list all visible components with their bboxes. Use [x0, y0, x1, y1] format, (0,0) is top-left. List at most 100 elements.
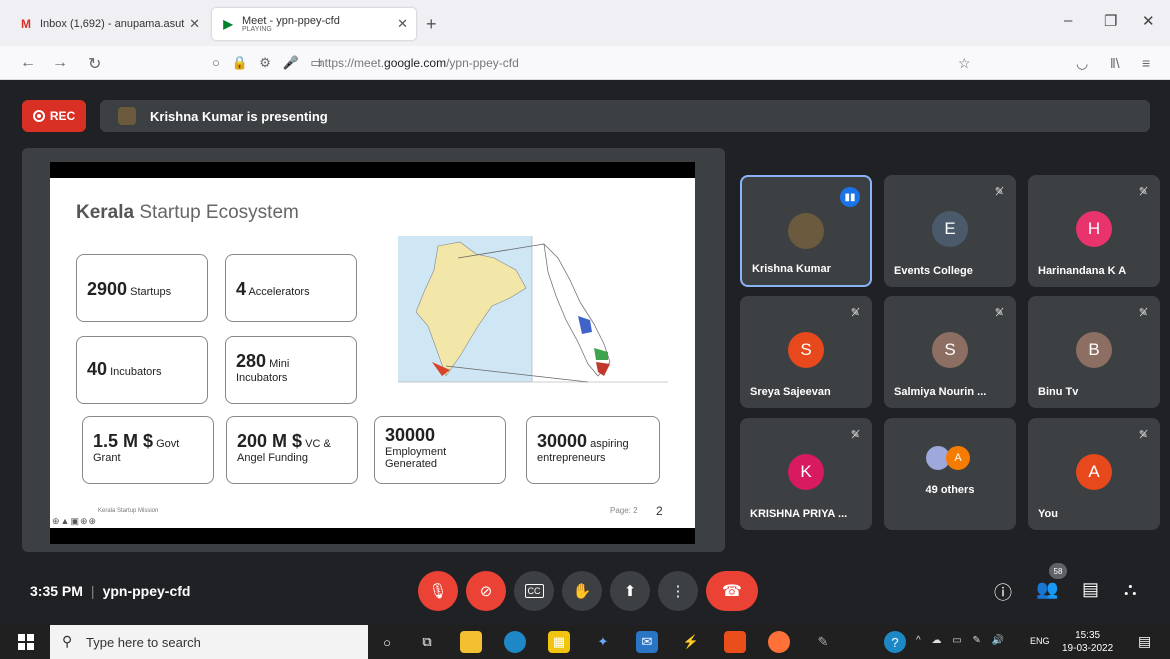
restore-icon[interactable]: ❐: [1104, 12, 1117, 30]
slide-title-rest: Startup Ecosystem: [134, 202, 299, 223]
participant-tile[interactable]: ✎̸ B Binu Tv: [1028, 296, 1160, 408]
control-bar: 3:35 PM | ypn-ppey-cfd 🎙 ⊘ CC ✋ ⬆ ⋮ ☎ ⓘ 58…: [0, 563, 1170, 621]
participant-tile-self[interactable]: ✎̸ A You: [1028, 418, 1160, 530]
task-view-icon[interactable]: ⧉: [416, 631, 438, 653]
chat-icon[interactable]: ▤: [1082, 579, 1099, 600]
menu-icon[interactable]: ≡: [1142, 55, 1150, 71]
rec-badge: REC: [22, 100, 86, 132]
dropbox-icon[interactable]: ✦: [592, 631, 614, 653]
system-tray[interactable]: ^ ☁ ▭ ✎ 🔊: [916, 635, 1008, 646]
taskbar-search-input[interactable]: ⚲ Type here to search: [50, 625, 368, 659]
slide-footer: Kerala Startup Mission: [98, 508, 159, 514]
stat-box: 40 Incubators: [76, 336, 208, 404]
windows-start-icon[interactable]: [18, 634, 34, 650]
firefox-icon[interactable]: [768, 631, 790, 653]
reload-icon[interactable]: ↻: [88, 54, 101, 74]
url-prefix: https://meet.: [318, 56, 385, 70]
store-icon[interactable]: ▦: [548, 631, 570, 653]
close-icon[interactable]: ✕: [189, 16, 200, 32]
avatar: B: [1076, 332, 1112, 368]
close-window-icon[interactable]: ✕: [1142, 12, 1155, 30]
participant-tile[interactable]: ✎̸ K KRISHNA PRIYA ...: [740, 418, 872, 530]
camera-toggle-button[interactable]: ⊘: [466, 571, 506, 611]
stat-label: Angel Funding: [237, 452, 308, 464]
close-icon[interactable]: ✕: [397, 16, 408, 32]
participant-name: Salmiya Nourin ...: [894, 386, 987, 398]
participant-tile[interactable]: ✎̸ H Harinandana K A: [1028, 175, 1160, 287]
language-indicator[interactable]: ENG: [1030, 636, 1050, 646]
avatar: K: [788, 454, 824, 490]
tab-meet[interactable]: ▶ Meet - ypn-ppey-cfd PLAYING ✕: [212, 8, 416, 40]
slide: Kerala Startup Ecosystem 2900 Startups 4…: [50, 162, 695, 544]
divider: |: [90, 583, 95, 599]
clock-time: 15:35: [1075, 630, 1101, 641]
stat-box: 200 M $ VC & Angel Funding: [226, 416, 358, 484]
url-domain: google.com: [384, 56, 447, 70]
avatar: [788, 213, 824, 249]
slide-title: Kerala Startup Ecosystem: [76, 202, 299, 224]
more-options-button[interactable]: ⋮: [658, 571, 698, 611]
url-field[interactable]: https://meet.google.com/ypn-ppey-cfd: [318, 56, 519, 70]
people-icon[interactable]: 👥: [1036, 579, 1058, 600]
tab-inbox[interactable]: M Inbox (1,692) - anupama.asuthosh ✕: [10, 8, 208, 40]
stat-label: Mini: [266, 358, 290, 370]
bookmark-star-icon[interactable]: ☆: [958, 55, 971, 72]
windows-taskbar: ⚲ Type here to search ○ ⧉ ▦ ✦ ✉ ⚡ ✎ ? ^ …: [0, 625, 1170, 659]
address-bar: ← → ↻ ○ 🔒 ⚙ 🎤 ▭ https://meet.google.com/…: [0, 46, 1170, 80]
slide-page-number: 2: [656, 504, 663, 518]
participant-tile[interactable]: ✎̸ S Salmiya Nourin ...: [884, 296, 1016, 408]
notification-icon[interactable]: ▤: [1138, 633, 1151, 650]
avatar: A: [946, 446, 970, 470]
participant-tile[interactable]: ✎̸ S Sreya Sajeevan: [740, 296, 872, 408]
back-icon[interactable]: ←: [20, 54, 36, 72]
avatar: A: [1076, 454, 1112, 490]
leave-call-button[interactable]: ☎: [706, 571, 758, 611]
cortana-icon[interactable]: ○: [376, 631, 398, 653]
others-label: 49 others: [925, 484, 975, 496]
edge-icon[interactable]: [504, 631, 526, 653]
info-icon[interactable]: ⓘ: [994, 579, 1012, 605]
present-button[interactable]: ⬆: [610, 571, 650, 611]
others-tile[interactable]: A 49 others: [884, 418, 1016, 530]
meet-area: REC Krishna Kumar is presenting Kerala S…: [0, 80, 1170, 621]
help-icon[interactable]: ?: [884, 631, 906, 653]
file-explorer-icon[interactable]: [460, 631, 482, 653]
stat-value: 4: [236, 279, 247, 299]
participant-tile[interactable]: ✎̸ E Events College: [884, 175, 1016, 287]
tab-label-wrap: Meet - ypn-ppey-cfd PLAYING: [242, 15, 393, 33]
raise-hand-button[interactable]: ✋: [562, 571, 602, 611]
app-icon[interactable]: ⚡: [680, 631, 702, 653]
gmail-icon: M: [21, 17, 31, 31]
rec-label: REC: [49, 109, 76, 123]
mic-toggle-button[interactable]: 🎙: [418, 571, 458, 611]
captions-button[interactable]: CC: [514, 571, 554, 611]
clock[interactable]: 15:35 19-03-2022: [1062, 629, 1113, 655]
url-path: /ypn-ppey-cfd: [446, 56, 519, 70]
slide-top-band: [50, 162, 695, 178]
site-info-icons[interactable]: ○ 🔒 ⚙ 🎤 ▭: [212, 55, 327, 71]
speaking-indicator-icon: ▮▮: [840, 187, 860, 207]
app-icon-2[interactable]: ✎: [812, 631, 834, 653]
library-icon[interactable]: ‖\: [1110, 55, 1120, 71]
pocket-icon[interactable]: ◡: [1076, 55, 1088, 72]
mail-icon[interactable]: ✉: [636, 631, 658, 653]
stat-box: 1.5 M $ Govt Grant: [82, 416, 214, 484]
stat-value: 280: [236, 351, 267, 371]
stat-label: Incubators: [107, 366, 162, 378]
forward-icon[interactable]: →: [52, 54, 68, 72]
office-icon[interactable]: [724, 631, 746, 653]
stat-value: 30000: [537, 431, 588, 451]
activities-icon[interactable]: ⛬: [1124, 579, 1137, 600]
minimize-icon[interactable]: –: [1064, 12, 1072, 29]
mic-off-icon: ✎̸: [1138, 307, 1148, 319]
search-icon: ⚲: [62, 633, 73, 649]
mic-off-icon: ✎̸: [994, 186, 1004, 198]
avatar-group: A: [926, 446, 976, 472]
participant-name: Krishna Kumar: [752, 263, 831, 275]
participant-tile[interactable]: ▮▮ Krishna Kumar: [740, 175, 872, 287]
stat-label: Generated: [385, 458, 437, 470]
participant-name: Binu Tv: [1038, 386, 1079, 398]
new-tab-icon[interactable]: +: [426, 14, 437, 35]
cc-license-icons: ⊕▲▣⊕⊕: [52, 516, 98, 526]
avatar: S: [788, 332, 824, 368]
